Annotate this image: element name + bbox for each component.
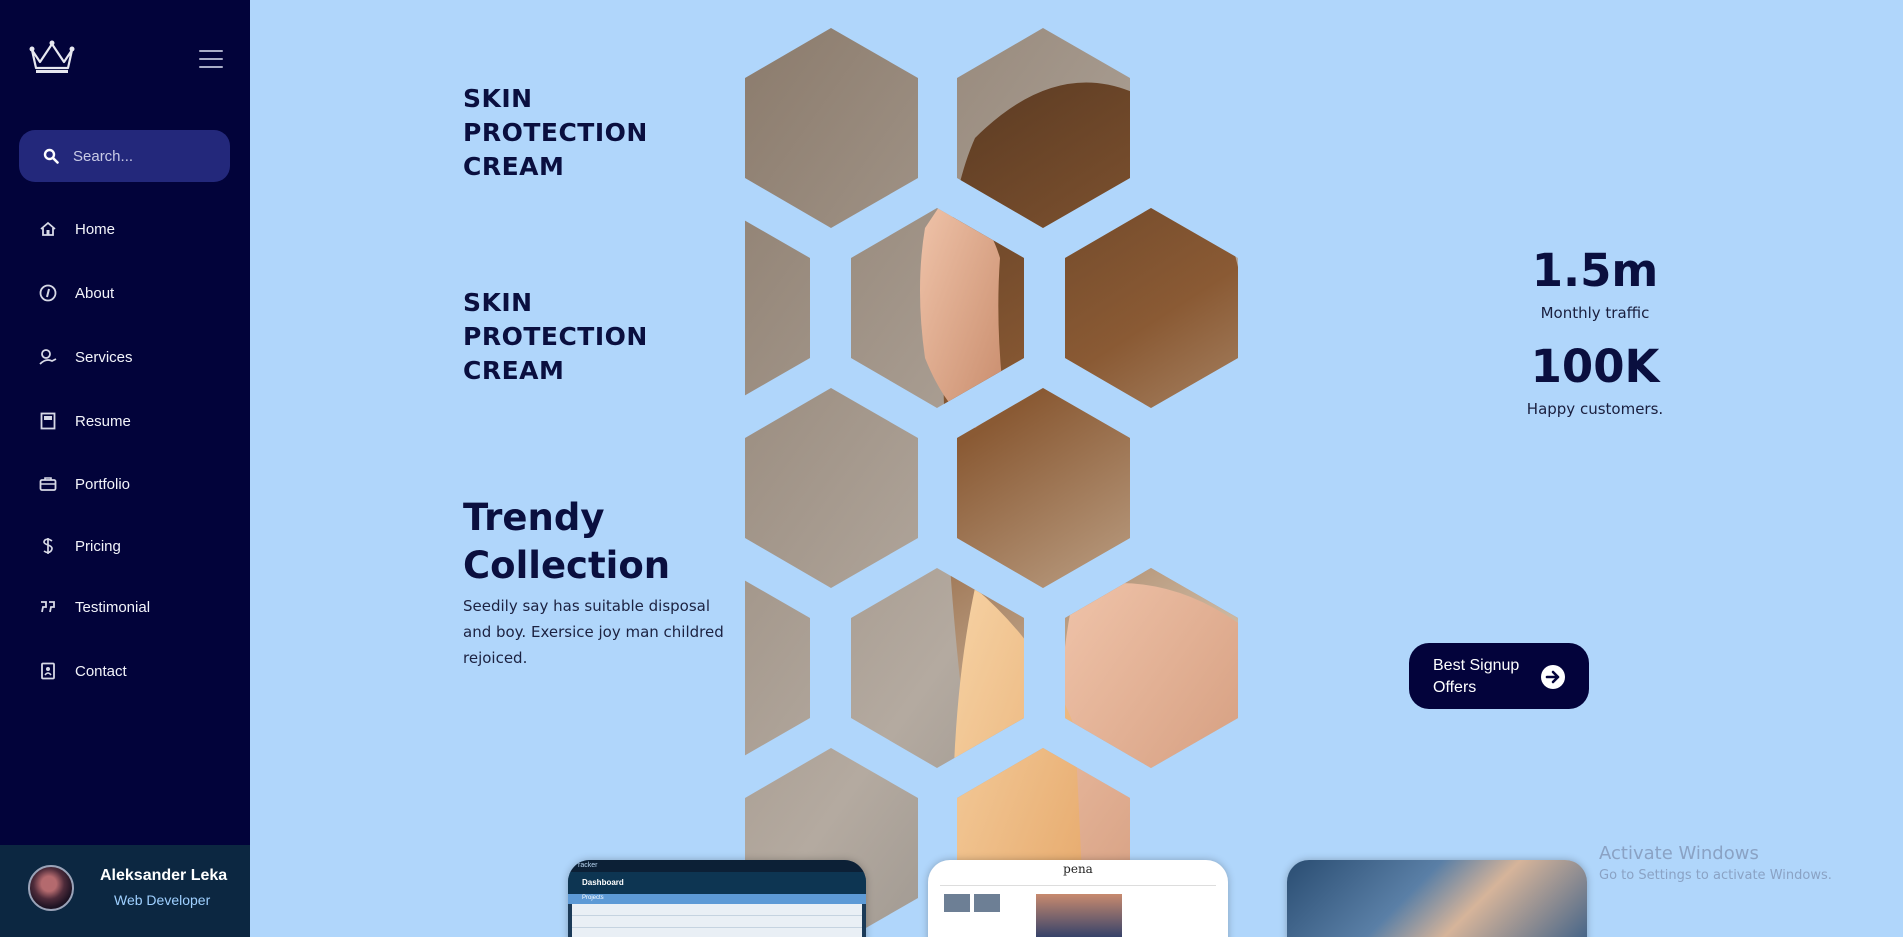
hero-hexagon-image (745, 28, 1238, 937)
sidebar: Home About Services Resume Portfolio (0, 0, 250, 937)
info-icon (38, 283, 58, 303)
table-row (572, 916, 862, 928)
heading-skin-protection-2: SKIN PROTECTION CREAM (463, 288, 648, 385)
stat-customers-label: Happy customers. (1526, 400, 1664, 418)
home-icon (38, 219, 58, 239)
crown-logo-icon[interactable] (28, 36, 76, 76)
profile-name: Aleksander Leka (100, 867, 228, 884)
sidebar-item-portfolio[interactable]: Portfolio (38, 472, 130, 496)
stat-traffic-label: Monthly traffic (1540, 304, 1650, 322)
card-site-nav (940, 878, 1216, 886)
card-dashboard-header: Dashboard (568, 872, 866, 894)
sidebar-item-resume[interactable]: Resume (38, 409, 131, 433)
watermark-subtitle: Go to Settings to activate Windows. (1599, 868, 1832, 883)
card-site-logo: pena (1063, 862, 1093, 876)
portfolio-card-blog[interactable]: pena (928, 860, 1228, 937)
briefcase-icon (38, 474, 58, 494)
table-row (572, 928, 862, 937)
sidebar-item-label: Services (75, 348, 133, 366)
trendy-collection-title: Trendy Collection (463, 496, 671, 587)
avatar (28, 865, 74, 911)
portfolio-card-photo[interactable] (1287, 860, 1587, 937)
arrow-right-circle-icon (1541, 665, 1565, 689)
user-profile[interactable]: Aleksander Leka Web Developer (0, 845, 250, 937)
card-app-label: racker (568, 860, 866, 872)
sidebar-item-label: About (75, 284, 115, 302)
services-icon (38, 347, 58, 367)
sidebar-item-label: Resume (75, 412, 131, 430)
sidebar-item-services[interactable]: Services (38, 345, 133, 369)
menu-toggle-button[interactable] (199, 50, 223, 70)
sidebar-item-label: Pricing (75, 537, 121, 555)
sidebar-item-label: Home (75, 220, 116, 238)
stat-traffic-value: 1.5m (1531, 244, 1659, 297)
sidebar-item-label: Portfolio (75, 475, 131, 493)
watermark-title: Activate Windows (1599, 843, 1759, 864)
sidebar-item-contact[interactable]: Contact (38, 659, 127, 683)
sidebar-item-label: Testimonial (75, 598, 151, 616)
portfolio-card-dashboard[interactable]: racker Dashboard Projects (568, 860, 866, 937)
sidebar-item-label: Contact (75, 662, 127, 680)
sidebar-item-about[interactable]: About (38, 281, 114, 305)
profile-role: Web Developer (114, 892, 211, 908)
stat-customers-value: 100K (1530, 340, 1660, 393)
card-projects-bar: Projects (568, 894, 866, 904)
signup-offers-button[interactable]: Best Signup Offers (1409, 643, 1589, 709)
contact-icon (38, 661, 58, 681)
windows-activation-watermark: Activate Windows Go to Settings to activ… (1599, 843, 1832, 883)
search-input[interactable] (73, 147, 223, 165)
sidebar-item-testimonial[interactable]: Testimonial (38, 595, 150, 619)
card-hero-image (1036, 894, 1122, 937)
card-thumbnail (944, 894, 970, 912)
trendy-collection-description: Seedily say has suitable disposal and bo… (463, 597, 724, 667)
card-thumbnail (974, 894, 1000, 912)
resume-icon (38, 411, 58, 431)
sidebar-item-pricing[interactable]: Pricing (38, 534, 121, 558)
table-row (572, 904, 862, 916)
quote-icon (38, 597, 58, 617)
sidebar-item-home[interactable]: Home (38, 217, 115, 241)
dollar-icon (38, 536, 58, 556)
search-bar (19, 130, 230, 182)
heading-skin-protection-1: SKIN PROTECTION CREAM (463, 84, 648, 181)
search-icon (43, 148, 59, 164)
signup-offers-label: Best Signup Offers (1433, 657, 1520, 696)
